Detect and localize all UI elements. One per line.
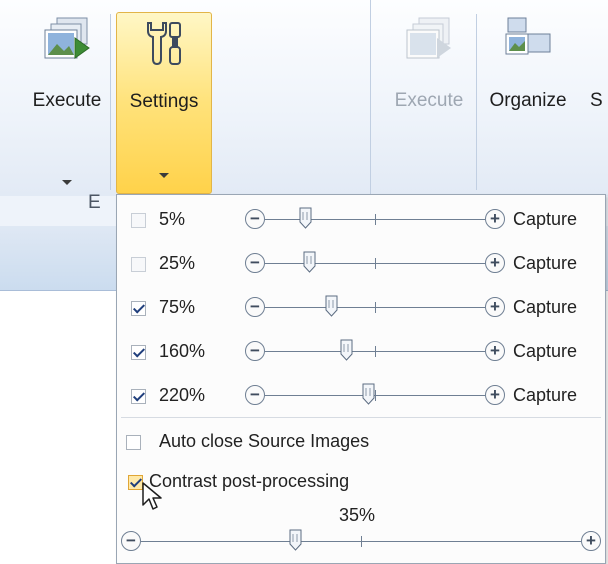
slider-thumb[interactable] <box>362 383 375 405</box>
capture-label[interactable]: Capture <box>513 385 577 406</box>
ribbon-group-label: E <box>88 192 101 213</box>
slider-thumb[interactable] <box>299 207 312 229</box>
slider-thumb[interactable] <box>325 295 338 317</box>
ribbon-separator <box>476 14 477 190</box>
zoom-level-slider[interactable]: − + <box>245 381 505 411</box>
execute-disabled-button[interactable]: Execute <box>384 10 474 192</box>
slider-thumb[interactable] <box>303 251 316 273</box>
zoom-level-checkbox[interactable] <box>131 389 146 404</box>
organize-button[interactable]: Organize <box>480 10 576 192</box>
zoom-in-icon[interactable]: + <box>485 297 505 317</box>
partial-ribbon-button[interactable]: S <box>590 10 608 192</box>
execute-images-icon <box>44 17 90 59</box>
auto-close-option[interactable]: Auto close Source Images <box>117 425 605 469</box>
zoom-out-icon[interactable]: − <box>245 385 265 405</box>
ribbon-separator <box>370 0 371 196</box>
zoom-level-checkbox[interactable] <box>131 345 146 360</box>
zoom-level-percent: 220% <box>159 385 206 405</box>
capture-label[interactable]: Capture <box>513 209 577 230</box>
zoom-level-percent: 160% <box>159 341 206 361</box>
zoom-out-icon[interactable]: − <box>245 341 265 361</box>
capture-label[interactable]: Capture <box>513 253 577 274</box>
zoom-level-slider[interactable]: − + <box>245 293 505 323</box>
slider-center-tick <box>375 258 376 269</box>
settings-button-label: Settings <box>129 91 199 112</box>
zoom-level-percent: 5% <box>159 209 186 229</box>
zoom-level-percent: 75% <box>159 297 196 317</box>
zoom-level-row[interactable]: 25% − + Capture <box>117 243 605 287</box>
chevron-down-icon <box>159 173 169 178</box>
organize-button-label: Organize <box>489 90 567 111</box>
slider-thumb[interactable] <box>340 339 353 361</box>
zoom-out-icon[interactable]: − <box>245 297 265 317</box>
execute-button-label: Execute <box>32 90 102 111</box>
organize-images-icon <box>505 17 551 55</box>
zoom-in-icon[interactable]: + <box>485 385 505 405</box>
zoom-out-icon[interactable]: − <box>121 531 141 551</box>
execute-disabled-button-label: Execute <box>394 90 464 111</box>
zoom-level-checkbox[interactable] <box>131 301 146 316</box>
partial-ribbon-button-label: S <box>590 90 603 111</box>
zoom-level-row[interactable]: 220% − + Capture <box>117 375 605 419</box>
settings-tools-icon <box>147 22 181 66</box>
capture-label[interactable]: Capture <box>513 297 577 318</box>
execute-button[interactable]: Execute <box>22 10 112 192</box>
auto-close-checkbox[interactable] <box>126 435 141 450</box>
slider-center-tick <box>375 302 376 313</box>
zoom-level-slider[interactable]: − + <box>245 337 505 367</box>
capture-label[interactable]: Capture <box>513 341 577 362</box>
zoom-out-icon[interactable]: − <box>245 253 265 273</box>
slider-center-tick <box>375 390 376 401</box>
zoom-in-icon[interactable]: + <box>485 209 505 229</box>
slider-center-tick <box>375 214 376 225</box>
slider-center-tick <box>375 346 376 357</box>
zoom-level-checkbox[interactable] <box>131 257 146 272</box>
auto-close-label: Auto close Source Images <box>159 431 370 451</box>
zoom-level-percent: 25% <box>159 253 196 273</box>
dropdown-divider <box>121 417 601 418</box>
zoom-in-icon[interactable]: + <box>485 341 505 361</box>
contrast-percent: 35% <box>339 505 376 525</box>
contrast-label: Contrast post-processing <box>149 471 350 491</box>
slider-center-tick <box>361 536 362 547</box>
zoom-level-row[interactable]: 5% − + Capture <box>117 199 605 243</box>
zoom-in-icon[interactable]: + <box>485 253 505 273</box>
zoom-level-row[interactable]: 75% − + Capture <box>117 287 605 331</box>
zoom-level-checkbox[interactable] <box>131 213 146 228</box>
settings-button[interactable]: Settings <box>116 12 212 194</box>
settings-dropdown: 5% − + Capture 25% − + Capture 75% − + Capture 160% −… <box>116 194 606 564</box>
zoom-out-icon[interactable]: − <box>245 209 265 229</box>
execute-images-disabled-icon <box>406 17 451 59</box>
ribbon-separator <box>110 14 111 190</box>
contrast-slider[interactable]: − + <box>121 527 601 557</box>
zoom-level-row[interactable]: 160% − + Capture <box>117 331 605 375</box>
zoom-in-icon[interactable]: + <box>581 531 601 551</box>
zoom-level-slider[interactable]: − + <box>245 205 505 235</box>
slider-thumb[interactable] <box>289 529 302 551</box>
chevron-down-icon <box>62 180 72 185</box>
zoom-level-slider[interactable]: − + <box>245 249 505 279</box>
mouse-pointer-icon <box>142 482 162 510</box>
